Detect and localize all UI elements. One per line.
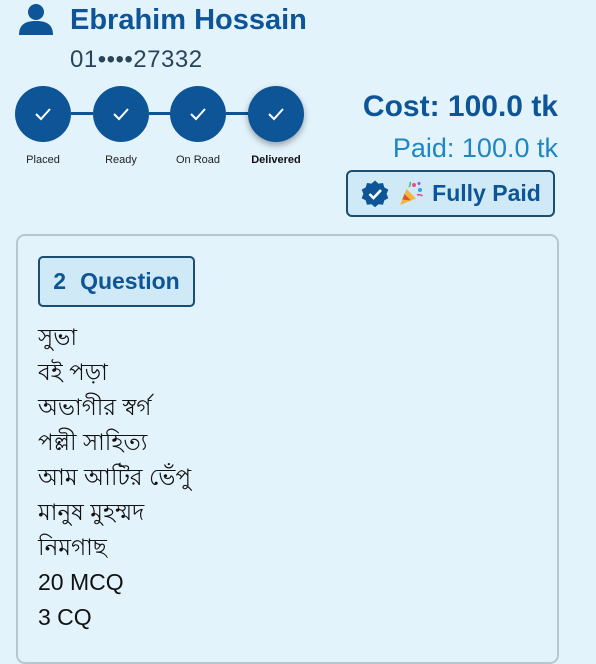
step-circle (248, 86, 304, 142)
question-list: সুভা বই পড়া অভাগীর স্বর্গ পল্লী সাহিত্য… (38, 320, 191, 635)
customer-phone: 01••••27332 (70, 46, 203, 73)
question-count-chip[interactable]: 2 Question (38, 256, 195, 307)
order-cost: Cost: 100.0 tk (362, 90, 558, 123)
customer-name: Ebrahim Hossain (70, 4, 307, 36)
step-circle (170, 86, 226, 142)
badge-label: Fully Paid (432, 180, 541, 206)
order-status-stepper: Placed Ready On Road Delivered (15, 86, 315, 176)
step-connector (149, 112, 171, 115)
check-icon (268, 108, 284, 121)
question-item: নিমগাছ (38, 534, 107, 560)
step-circle (93, 86, 149, 142)
step-connector (71, 112, 93, 115)
step-label: Delivered (251, 154, 301, 166)
question-title: Question (80, 268, 180, 294)
question-item: 20 MCQ (38, 569, 124, 595)
step-circle (15, 86, 71, 142)
question-item: আম আটির ভেঁপু (38, 464, 192, 490)
question-item: পল্লী সাহিত্য (38, 429, 148, 455)
question-card: 2 Question সুভা বই পড়া অভাগীর স্বর্গ পল… (16, 234, 559, 664)
step-on-road: On Road (170, 86, 226, 166)
question-item: 3 CQ (38, 604, 92, 630)
step-connector (226, 112, 248, 115)
verified-icon (361, 180, 389, 207)
paid-amount: Paid: 100.0 tk (392, 133, 558, 163)
person-icon (19, 4, 53, 35)
step-delivered: Delivered (248, 86, 304, 166)
check-icon (190, 108, 206, 121)
payment-status-badge: Fully Paid (346, 170, 555, 217)
question-item: বই পড়া (38, 359, 108, 385)
question-item: অভাগীর স্বর্গ (38, 394, 152, 420)
step-ready: Ready (93, 86, 149, 166)
question-item: মানুষ মুহম্মদ (38, 499, 145, 525)
question-item: সুভা (38, 324, 78, 350)
party-popper-icon (400, 181, 424, 205)
check-icon (35, 108, 51, 121)
customer-header: Ebrahim Hossain 01••••27332 (18, 2, 588, 80)
question-count: 2 (53, 268, 67, 294)
step-placed: Placed (15, 86, 71, 166)
check-icon (113, 108, 129, 121)
